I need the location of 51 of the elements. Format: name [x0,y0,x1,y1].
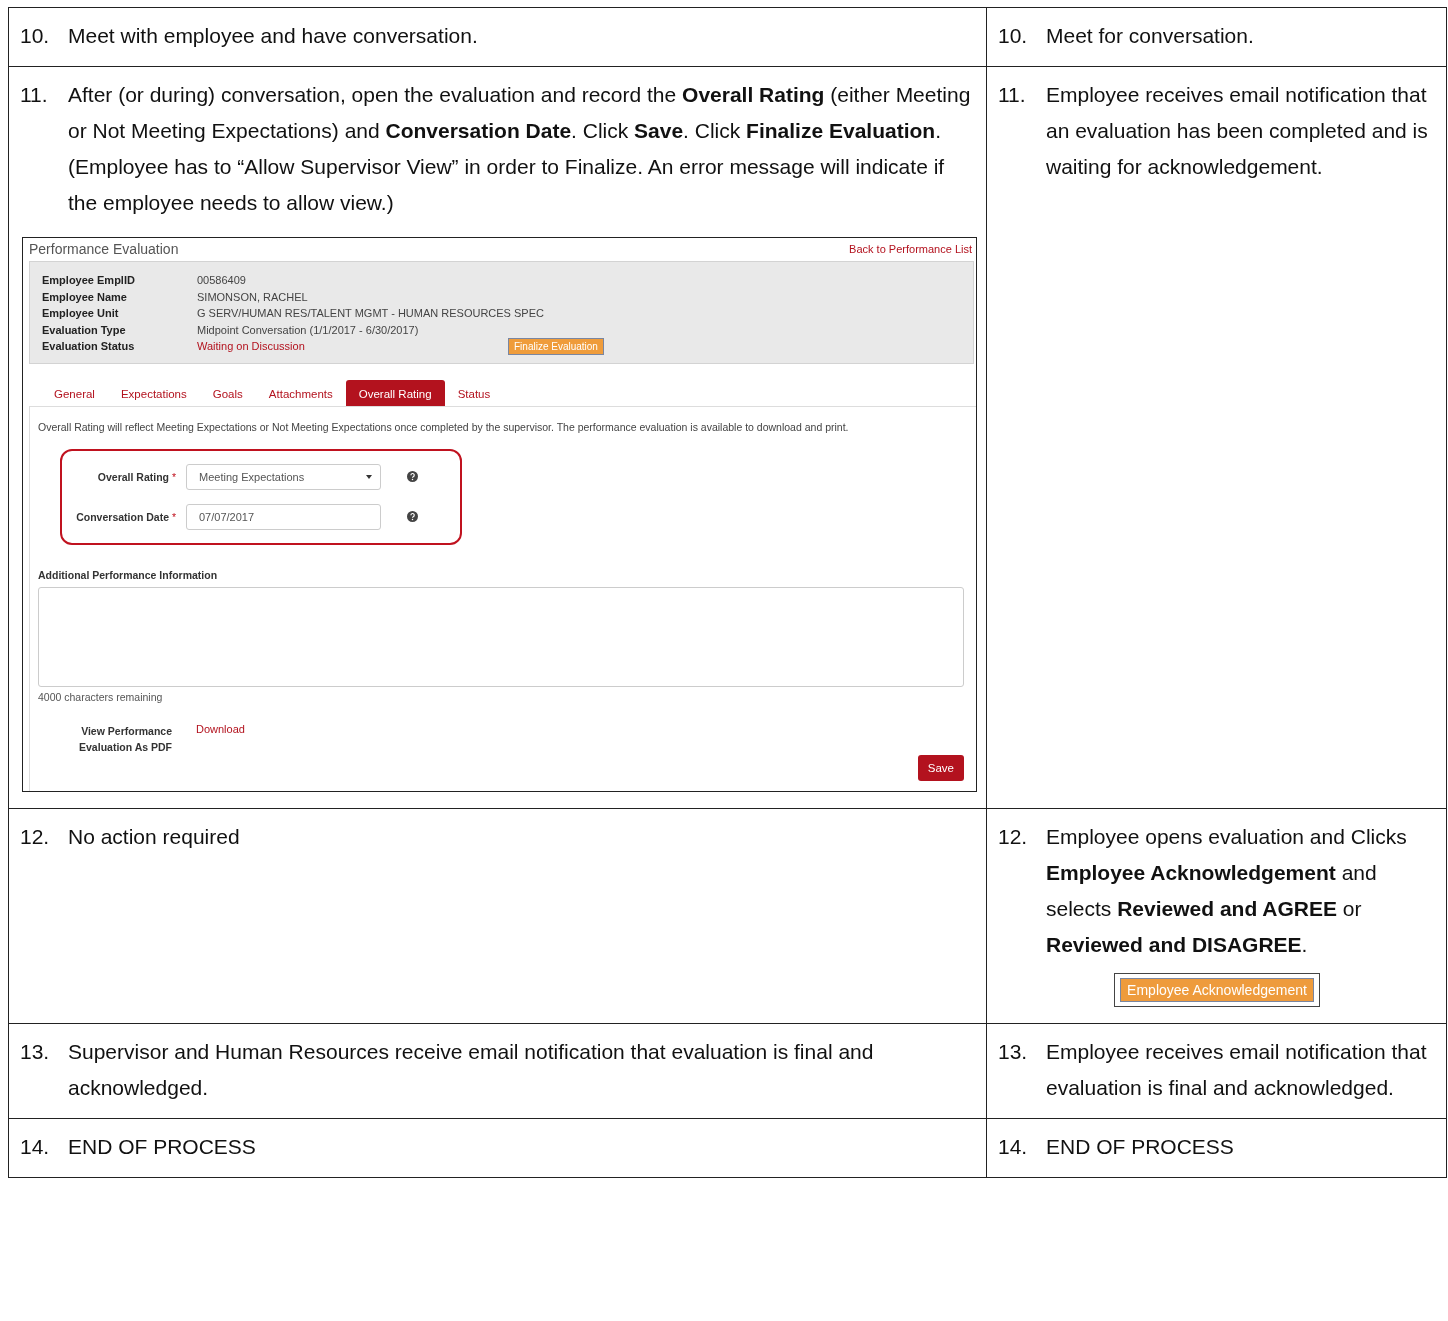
step-number: 11. [20,82,49,108]
step-text: END OF PROCESS [1046,1133,1235,1160]
field-label: Evaluation Type [42,323,127,336]
field-value: Midpoint Conversation (1/1/2017 - 6/30/2017) [197,323,419,336]
step-text: Employee receives email notification that an evaluation has been completed and is waiting for acknowledgement. [1046,82,1429,180]
field-value: G SERV/HUMAN RES/TALENT MGMT - HUMAN RESOURCES SPEC [197,307,544,320]
step-number: 14. [998,1133,1029,1160]
step-number: 13. [998,1038,1029,1065]
field-label: Employee Name [42,290,128,303]
tab[interactable]: Goals [199,379,256,406]
step-number: 10. [998,23,1029,49]
step-text: After (or during) conversation, open the evaluation and record the Overall Rating (either Meeting or Not Meeting Expectations) and Conversation Date. Click Save. Click Finalize Evaluation. (Employee has to “Allow Supervisor View” in order to Finalize. An error message will indicate if the employee needs to allow view.) [68,82,972,216]
form-label: Conversation Date * [75,510,176,523]
section-label: Additional Performance Information [38,568,219,581]
date-field[interactable]: 07/07/2017 [186,503,381,530]
step-text: Employee opens evaluation and Clicks Employee Acknowledgement and selects Reviewed and AGREE or Reviewed and DISAGREE. [1046,823,1408,958]
download-link[interactable]: Download [196,722,245,755]
tab[interactable]: Status [444,379,504,406]
caret-icon [366,474,372,479]
step-text: END OF PROCESS [68,1133,257,1160]
step-text: Meet with employee and have conversation. [68,23,479,49]
rating-dropdown[interactable]: Meeting Expectations [186,463,381,490]
field-label: Evaluation Status [42,340,136,353]
step-text: Employee receives email notification that evaluation is final and acknowledged. [1046,1038,1428,1101]
back-link[interactable]: Back to Performance List [849,243,972,255]
help-icon[interactable] [407,471,418,482]
field-label: Employee Unit [42,307,120,320]
tab[interactable]: Attachments [255,379,346,406]
step-text: No action required [68,823,241,850]
step-number: 14. [20,1133,51,1160]
tab[interactable]: General [41,379,108,406]
step-text: Supervisor and Human Resources receive email notification that evaluation is final and acknowledged. [68,1038,875,1101]
step-number: 13. [20,1038,51,1065]
step-number: 10. [20,23,51,49]
field-value: Waiting on Discussion [197,340,306,353]
field-label: Employee EmplID [42,274,136,287]
tab[interactable]: Expectations [107,379,200,406]
form-label: Overall Rating * [96,470,176,483]
page-title: Performance Evaluation [29,241,179,257]
step-number: 11. [998,82,1027,108]
intro-text: Overall Rating will reflect Meeting Expectations or Not Meeting Expectations once completed by the supervisor. The performance evaluation is available to download and print. [38,420,850,433]
pdf-label: View Performance Evaluation As PDF [78,723,172,755]
step-number: 12. [20,823,51,850]
tab[interactable]: Overall Rating [345,379,445,406]
field-value: SIMONSON, RACHEL [197,290,308,303]
save-button[interactable]: Save [917,754,964,781]
step-number: 12. [998,823,1029,850]
characters-remaining: 4000 characters remaining [38,690,164,703]
help-icon[interactable] [407,511,418,522]
field-value: 00586409 [197,274,246,287]
step-text: Meet for conversation. [1046,23,1255,49]
